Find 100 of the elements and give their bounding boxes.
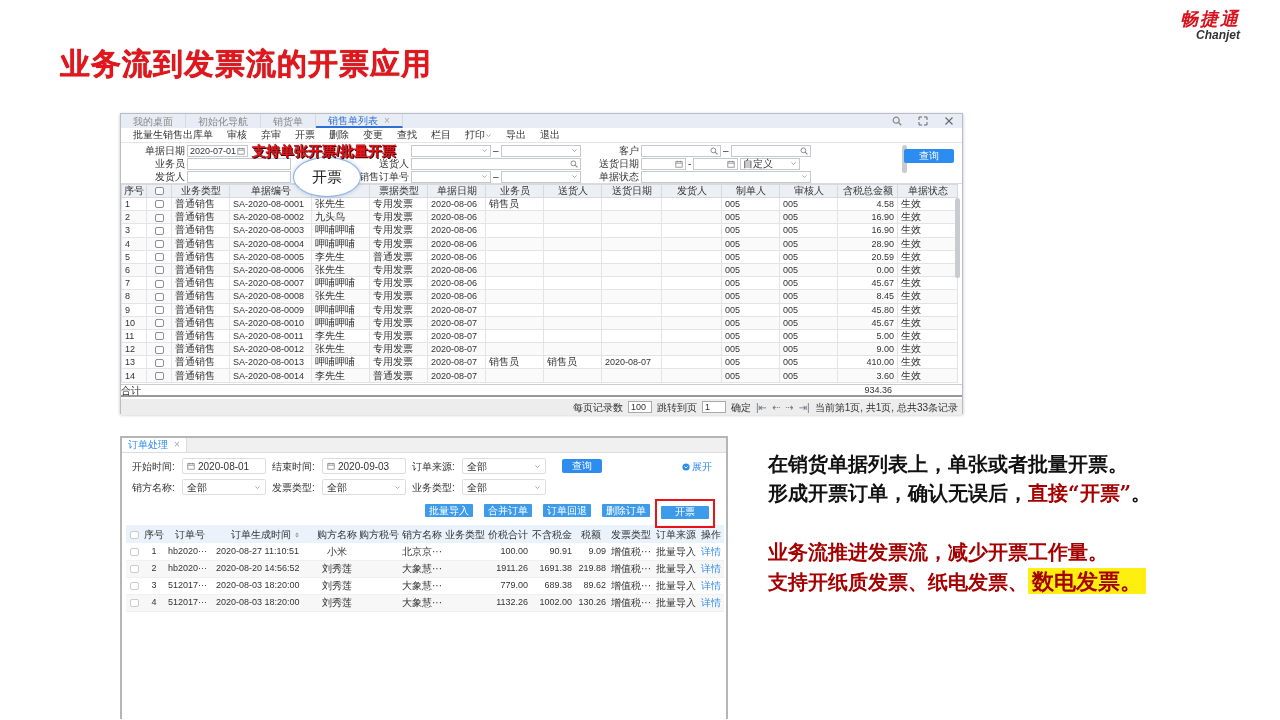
checkbox[interactable] [154, 240, 164, 248]
dropdown-field[interactable]: 全部 [462, 458, 546, 474]
table-cell: 普通销售 [171, 223, 230, 238]
table-cell: 7 [121, 276, 147, 290]
checkbox[interactable] [154, 200, 164, 209]
close-icon[interactable] [944, 116, 954, 126]
toolbar-button[interactable]: 变更 [363, 129, 383, 141]
date-field[interactable]: 2020-08-01 [182, 458, 266, 474]
column-header: 订单来源 [656, 528, 696, 540]
input-field[interactable] [411, 157, 581, 170]
input-field[interactable] [730, 144, 811, 157]
input-field[interactable]: 2020-07-01 [187, 144, 248, 157]
toolbar-button[interactable]: 删除 [329, 129, 349, 141]
table-cell: 45.80 [837, 303, 898, 317]
pager-button[interactable]: ⇠ [771, 399, 781, 415]
checkbox[interactable] [129, 565, 139, 574]
confirm-link[interactable]: 确定 [730, 399, 751, 415]
dropdown-field[interactable] [411, 170, 491, 183]
table-cell: 专用发票 [369, 223, 428, 238]
expand-link[interactable]: 展开 [682, 459, 712, 474]
toolbar-button[interactable]: 审核 [227, 129, 247, 141]
toolbar-button[interactable]: 打印 [465, 129, 492, 141]
table-cell: 005 [721, 329, 780, 343]
dropdown-field[interactable]: 全部 [322, 479, 406, 495]
field-label: 客户 [618, 144, 639, 157]
input-field[interactable] [187, 157, 291, 170]
checkbox[interactable] [129, 599, 139, 608]
pager-button[interactable]: |⇤ [755, 399, 767, 415]
checkbox[interactable] [154, 226, 164, 235]
checkbox[interactable] [154, 279, 164, 288]
table-cell: SA-2020-08-0001 [229, 197, 312, 211]
table-cell: 2020-08-06 [427, 223, 486, 238]
details-link[interactable]: 详情 [698, 577, 724, 594]
checkbox[interactable] [154, 305, 164, 314]
caret-icon [570, 173, 578, 180]
toolbar-button[interactable]: 栏目 [431, 129, 451, 141]
checkbox[interactable] [154, 371, 164, 380]
scrollbar[interactable] [955, 198, 960, 278]
field-label: 业务员 [154, 157, 185, 170]
table-cell: 专用发票 [369, 329, 428, 343]
input-field[interactable] [693, 157, 739, 170]
toolbar-button[interactable]: 批量生销售出库单 [133, 129, 213, 141]
checkbox[interactable] [129, 548, 139, 557]
table-cell: 512017··· [166, 577, 214, 594]
checkbox[interactable] [154, 319, 164, 328]
page-field[interactable]: 1 [701, 401, 726, 413]
table-cell: 专用发票 [369, 276, 428, 290]
table-cell: 生效 [897, 355, 958, 369]
table-cell: 销售员 [485, 197, 544, 211]
note-text: 在销货单据列表上，单张或者批量开票。 [768, 451, 1129, 478]
table-cell: hb2020··· [166, 543, 214, 560]
search-icon[interactable] [892, 116, 902, 126]
checkbox[interactable] [154, 292, 164, 301]
toolbar-button[interactable]: 导出 [506, 129, 526, 141]
search-icon [570, 159, 578, 168]
caret-icon [481, 147, 488, 154]
checkbox[interactable] [129, 530, 139, 539]
checkbox[interactable] [129, 582, 139, 591]
checkbox[interactable] [154, 332, 164, 341]
pager-button[interactable]: ⇢ [785, 399, 794, 415]
calendar-icon [675, 159, 683, 168]
checkbox[interactable] [154, 345, 164, 354]
table-cell: 小米 [316, 543, 358, 560]
column-header: 含税总金额 [837, 184, 898, 198]
table-cell: 2020-08-07 [601, 355, 662, 369]
maximize-icon[interactable] [918, 116, 928, 126]
caret-icon [534, 483, 541, 491]
checkbox[interactable] [154, 266, 164, 275]
checkbox[interactable] [154, 187, 164, 196]
checkbox[interactable] [154, 213, 164, 222]
dropdown-field[interactable]: 全部 [462, 479, 546, 495]
input-field[interactable] [641, 144, 721, 157]
dropdown-field[interactable]: 全部 [182, 479, 266, 495]
range-dash: - [688, 157, 692, 171]
tab[interactable]: 销售单列表 × [316, 114, 403, 128]
toolbar-button[interactable]: 弃审 [261, 129, 281, 141]
dropdown-field[interactable] [500, 170, 581, 183]
table-cell: 普通销售 [171, 250, 230, 264]
toolbar-button[interactable]: 查找 [397, 129, 417, 141]
column-header: 业务员 [485, 184, 544, 198]
page-size-field[interactable]: 100 [627, 401, 652, 413]
field-label: 开始时间: [132, 459, 176, 474]
dropdown-field[interactable] [641, 170, 811, 183]
sort-icon[interactable] [293, 531, 300, 538]
toolbar-button[interactable]: 开票 [295, 129, 315, 141]
input-field[interactable] [187, 170, 291, 183]
details-link[interactable]: 详情 [698, 543, 724, 560]
date-field[interactable]: 2020-09-03 [322, 458, 406, 474]
toolbar-button[interactable]: 退出 [540, 129, 560, 141]
checkbox[interactable] [154, 358, 164, 367]
dropdown-field[interactable] [500, 144, 581, 157]
pager-button[interactable]: ⇥| [798, 399, 810, 415]
dropdown-field[interactable]: 自定义 [740, 157, 801, 170]
dropdown-field[interactable] [411, 144, 491, 157]
table-cell: 普通销售 [171, 197, 230, 211]
checkbox[interactable] [154, 253, 164, 262]
tab[interactable]: 订单处理 × [122, 438, 187, 452]
input-field[interactable] [641, 157, 686, 170]
table-cell: 呷哺呷哺 [311, 223, 370, 238]
calendar-icon [327, 462, 335, 470]
